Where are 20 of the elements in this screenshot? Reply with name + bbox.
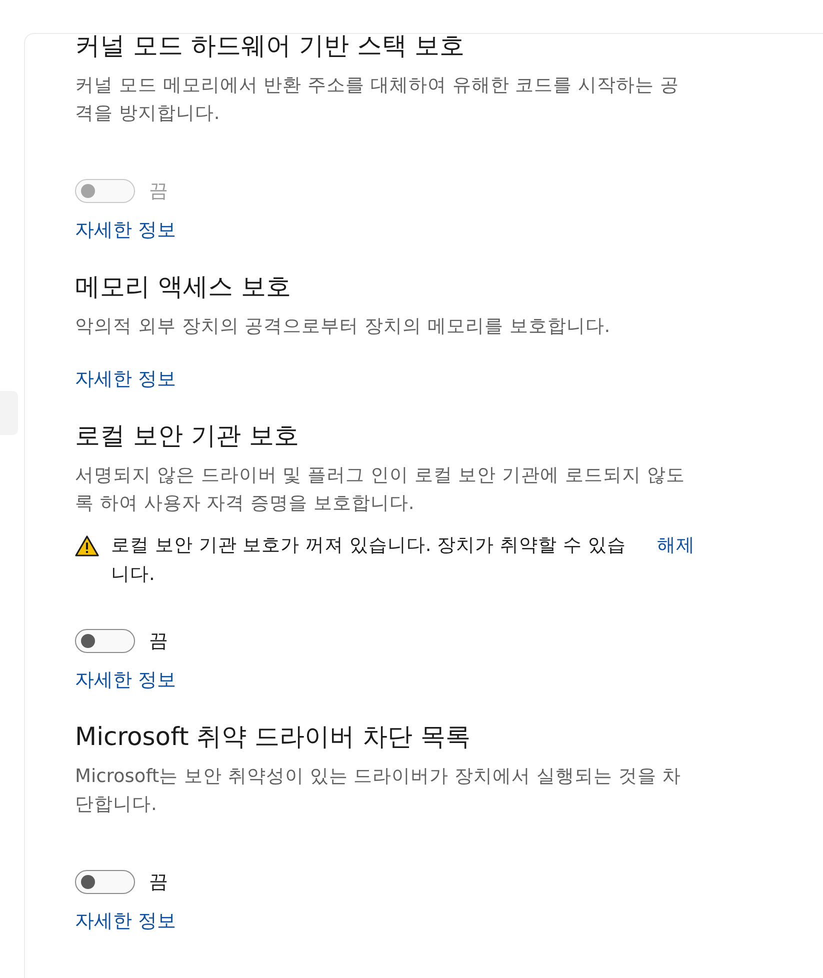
toggle-switch[interactable]	[75, 870, 135, 894]
section-description: 서명되지 않은 드라이버 및 플러그 인이 로컬 보안 기관에 로드되지 않도록 하여 사용자 자격 증명을 보호합니다.	[75, 464, 686, 516]
section-title: 메모리 액세스 보호	[75, 271, 291, 303]
toggle-label: 끔	[149, 629, 168, 654]
learn-more-link[interactable]: 자세한 정보	[75, 218, 176, 242]
section-description: Microsoft는 보안 취약성이 있는 드라이버가 장치에서 실행되는 것을 차단합니다.	[75, 765, 682, 817]
section-description: 커널 모드 메모리에서 반환 주소를 대체하여 유해한 코드를 시작하는 공격을 방지합니다.	[75, 74, 680, 126]
warning-icon	[75, 535, 99, 557]
learn-more-link[interactable]: 자세한 정보	[75, 909, 176, 933]
learn-more-link[interactable]: 자세한 정보	[75, 367, 176, 391]
toggle-switch[interactable]	[75, 629, 135, 653]
section-title: 커널 모드 하드웨어 기반 스택 보호	[75, 30, 465, 62]
section-description: 악의적 외부 장치의 공격으로부터 장치의 메모리를 보호합니다.	[75, 315, 612, 339]
toggle-label: 끔	[149, 870, 168, 895]
warning-text: 로컬 보안 기관 보호가 꺼져 있습니다. 장치가 취약할 수 있습니다.	[111, 534, 627, 587]
section-title: 로컬 보안 기관 보호	[75, 420, 299, 452]
toggle-label: 끔	[149, 179, 168, 204]
dismiss-link[interactable]: 해제	[657, 531, 695, 560]
learn-more-link[interactable]: 자세한 정보	[75, 668, 176, 692]
section-title: Microsoft 취약 드라이버 차단 목록	[75, 721, 471, 753]
